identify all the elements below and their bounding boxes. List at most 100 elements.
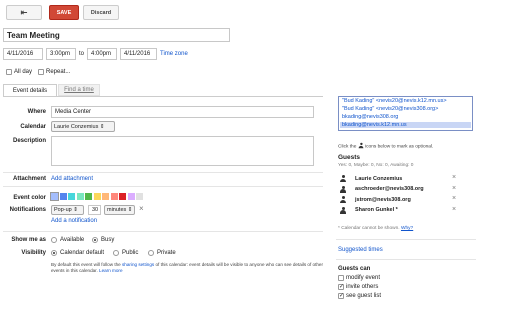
guests-summary: Yes: 0, Maybe: 0, No: 0, Awaiting: 0 bbox=[338, 163, 414, 168]
guest-name: aschroeder@nevis308.org bbox=[355, 186, 424, 192]
visibility-note-text-2: of this calendar: event details will be … bbox=[155, 262, 275, 267]
allday-checkbox[interactable] bbox=[6, 69, 12, 75]
optional-hint-before: Click the bbox=[338, 144, 357, 150]
timezone-link[interactable]: Time zone bbox=[160, 51, 188, 57]
see-guest-list-label: see guest list bbox=[346, 293, 382, 299]
description-textarea[interactable] bbox=[51, 136, 314, 166]
guest-person-icon[interactable] bbox=[340, 175, 346, 182]
to-label: to bbox=[79, 51, 85, 57]
optional-hint: Click the icons below to mark as optiona… bbox=[338, 142, 434, 150]
guests-title: Guests bbox=[338, 154, 361, 161]
suggested-times-link[interactable]: Suggested times bbox=[338, 247, 383, 253]
guest-autocomplete-list[interactable]: "Bud Kading" <nevis20@nevis.k12.mn.us> "… bbox=[338, 96, 473, 131]
color-swatch[interactable] bbox=[68, 193, 75, 200]
guest-person-icon[interactable] bbox=[340, 206, 346, 214]
showme-divider bbox=[3, 231, 323, 232]
remove-guest-icon[interactable]: × bbox=[452, 206, 456, 213]
cannot-shown-text: * Calendar cannot be shown. bbox=[338, 226, 400, 231]
description-label: Description bbox=[12, 138, 46, 144]
guest-person-icon[interactable] bbox=[340, 196, 346, 203]
notification-amount-input[interactable]: 30 bbox=[88, 205, 101, 215]
visibility-public-label: Public bbox=[122, 250, 139, 256]
modify-event-label: modify event bbox=[346, 275, 381, 281]
visibility-default-label: Calendar default bbox=[60, 250, 105, 256]
modify-event-checkbox[interactable] bbox=[338, 275, 344, 281]
why-link[interactable]: Why? bbox=[401, 226, 413, 231]
invite-others-checkbox[interactable] bbox=[338, 283, 344, 290]
add-attachment-link[interactable]: Add attachment bbox=[51, 176, 93, 182]
event-color-label: Event color bbox=[13, 195, 46, 201]
calendar-select[interactable]: Laurie Conzemius ⇕ bbox=[51, 121, 115, 132]
repeat-checkbox[interactable] bbox=[38, 69, 44, 75]
guest-name: Sharon Gunkel * bbox=[355, 207, 398, 213]
optional-hint-after: icons below to mark as optional. bbox=[365, 144, 434, 150]
autocomplete-item[interactable]: "Bud Kading" <nevis20@nevis.k12.mn.us> bbox=[342, 98, 447, 104]
color-swatch[interactable] bbox=[110, 193, 118, 200]
allday-label: All day bbox=[14, 69, 33, 75]
calendar-cannot-shown-note: * Calendar cannot be shown. Why? bbox=[338, 226, 413, 231]
person-icon-shape bbox=[358, 142, 364, 149]
save-button[interactable]: SAVE bbox=[49, 5, 79, 20]
back-arrow-icon: ⇤ bbox=[20, 8, 28, 17]
tab-find-time[interactable]: Find a time bbox=[58, 84, 100, 96]
color-swatch[interactable] bbox=[136, 193, 143, 200]
discard-button[interactable]: Discard bbox=[83, 5, 119, 20]
start-date-input[interactable]: 4/11/2016 bbox=[3, 48, 43, 60]
notification-method-select[interactable]: Pop-up ⇕ bbox=[51, 205, 84, 215]
color-swatch[interactable] bbox=[119, 193, 126, 200]
busy-radio[interactable] bbox=[92, 237, 98, 243]
see-guest-list-checkbox[interactable] bbox=[338, 292, 344, 299]
add-notification-link[interactable]: Add a notification bbox=[51, 218, 97, 224]
visibility-label: Visibility bbox=[21, 250, 46, 256]
suggested-divider bbox=[336, 239, 476, 240]
visibility-private-label: Private bbox=[157, 250, 176, 256]
invite-others-label: invite others bbox=[346, 284, 379, 290]
repeat-label: Repeat... bbox=[46, 69, 71, 75]
available-radio[interactable] bbox=[51, 237, 57, 243]
visibility-note-text-1: By default this event will follow the bbox=[51, 262, 121, 267]
autocomplete-item-selected[interactable]: bkading@nevis.k12.mn.us bbox=[340, 122, 471, 128]
color-swatch[interactable] bbox=[93, 193, 101, 200]
learn-more-link[interactable]: Learn more bbox=[99, 268, 123, 273]
where-label: Where bbox=[27, 109, 46, 115]
attachment-label: Attachment bbox=[12, 176, 46, 182]
event-title-input[interactable]: Team Meeting bbox=[3, 28, 230, 42]
tab-divider bbox=[3, 96, 323, 97]
visibility-public-radio[interactable] bbox=[113, 250, 119, 256]
color-swatch[interactable] bbox=[59, 193, 67, 200]
color-swatch[interactable] bbox=[102, 193, 109, 200]
remove-guest-icon[interactable]: × bbox=[452, 195, 456, 202]
notification-unit-select[interactable]: minutes ⇕ bbox=[104, 205, 135, 215]
visibility-note: By default this event will follow the sh… bbox=[51, 262, 323, 274]
remove-notification-icon[interactable]: × bbox=[139, 204, 144, 213]
attachment-divider bbox=[3, 172, 323, 173]
where-input[interactable]: Media Center bbox=[51, 106, 314, 118]
autocomplete-item[interactable]: "Bud Kading" <nevis20@nevis308.org> bbox=[342, 106, 438, 112]
person-icon bbox=[358, 142, 364, 149]
color-swatch[interactable] bbox=[127, 193, 135, 200]
end-time-input[interactable]: 4:00pm bbox=[87, 48, 117, 60]
color-divider bbox=[3, 186, 323, 187]
color-swatch[interactable] bbox=[50, 192, 59, 201]
visibility-default-radio[interactable] bbox=[51, 250, 57, 256]
autocomplete-item[interactable]: bkading@nevis308.org bbox=[342, 114, 398, 120]
start-time-input[interactable]: 3:00pm bbox=[46, 48, 76, 60]
guest-person-icon[interactable] bbox=[340, 185, 346, 193]
busy-label: Busy bbox=[101, 237, 115, 243]
back-button[interactable]: ⇤ bbox=[6, 5, 42, 20]
guest-name: jstrom@nevis308.org bbox=[355, 196, 411, 203]
tab-event-details-label: Event details bbox=[12, 87, 48, 94]
visibility-private-radio[interactable] bbox=[148, 250, 154, 256]
sharing-settings-link[interactable]: sharing settings bbox=[122, 262, 154, 267]
end-date-input[interactable]: 4/11/2016 bbox=[120, 48, 157, 60]
notifications-label: Notifications bbox=[9, 207, 46, 213]
guests-can-divider bbox=[336, 259, 476, 260]
tab-find-time-label: Find a time bbox=[64, 87, 94, 93]
color-swatch[interactable] bbox=[76, 193, 84, 200]
showme-label: Show me as bbox=[11, 237, 46, 243]
color-swatch[interactable] bbox=[85, 193, 92, 200]
event-title-value: Team Meeting bbox=[7, 30, 60, 40]
remove-guest-icon[interactable]: × bbox=[452, 185, 456, 192]
remove-guest-icon[interactable]: × bbox=[452, 174, 456, 181]
available-label: Available bbox=[60, 237, 85, 243]
